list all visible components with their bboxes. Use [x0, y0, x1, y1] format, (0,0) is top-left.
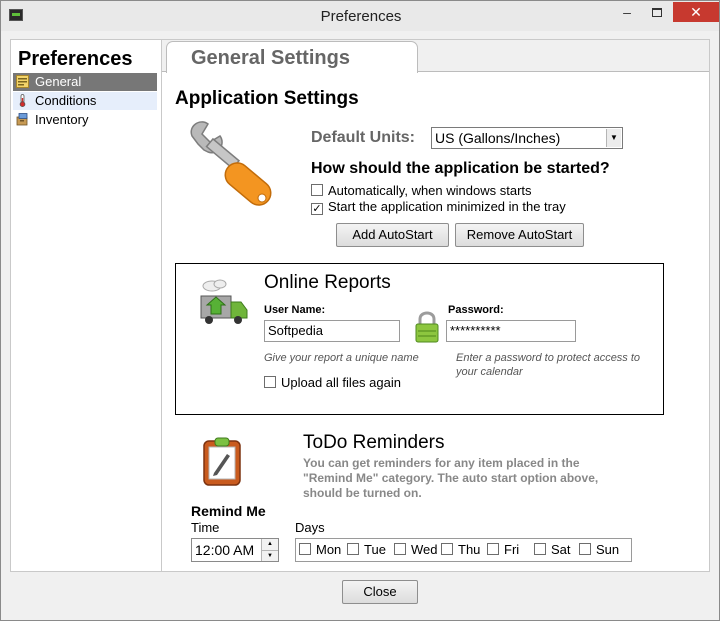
- close-window-button[interactable]: ✕: [673, 2, 719, 22]
- default-units-select[interactable]: US (Gallons/Inches) ▼: [431, 127, 623, 149]
- minimized-option[interactable]: ✓ Start the application minimized in the …: [311, 200, 566, 216]
- delivery-truck-icon: [200, 279, 248, 324]
- title-bar: Preferences – ✕: [0, 0, 720, 31]
- day-checkbox[interactable]: [441, 543, 453, 555]
- todo-title: ToDo Reminders: [303, 432, 445, 453]
- add-autostart-button[interactable]: Add AutoStart: [336, 223, 449, 247]
- day-label: Tue: [364, 542, 386, 557]
- sidebar-item-inventory[interactable]: Inventory: [13, 111, 157, 129]
- tab-general-settings[interactable]: General Settings: [166, 41, 418, 73]
- online-reports-title: Online Reports: [264, 272, 391, 293]
- password-label: Password:: [448, 304, 504, 316]
- spin-down-icon[interactable]: ▼: [262, 550, 278, 561]
- username-label: User Name:: [264, 304, 326, 316]
- day-label: Mon: [316, 542, 342, 557]
- window-frame: Preferences General Conditions Inventory…: [0, 31, 720, 621]
- day-checkbox[interactable]: [299, 543, 311, 555]
- inventory-icon: [16, 113, 28, 126]
- sidebar-title: Preferences: [18, 48, 133, 70]
- tab-strip: General Settings: [162, 40, 709, 73]
- spin-up-icon[interactable]: ▲: [262, 539, 278, 550]
- time-spinner[interactable]: ▲ ▼: [261, 539, 278, 561]
- day-label: Thu: [458, 542, 481, 557]
- day-checkbox[interactable]: [534, 543, 546, 555]
- default-units-value: US (Gallons/Inches): [435, 130, 561, 146]
- auto-start-option[interactable]: Automatically, when windows starts: [311, 184, 532, 200]
- start-question: How should the application be started?: [311, 160, 610, 177]
- general-icon: [16, 75, 29, 88]
- day-checkbox[interactable]: [347, 543, 359, 555]
- minimize-button[interactable]: –: [613, 2, 641, 22]
- day-tue[interactable]: Tue: [347, 543, 386, 557]
- minimized-checkbox[interactable]: ✓: [311, 203, 323, 215]
- chevron-down-icon: ▼: [606, 129, 621, 147]
- upload-option[interactable]: Upload all files again: [264, 376, 401, 392]
- upload-checkbox[interactable]: [264, 376, 276, 388]
- day-thu[interactable]: Thu: [441, 543, 480, 557]
- default-units-label: Default Units:: [311, 129, 415, 146]
- content-panel: General Settings Application Settings De…: [162, 39, 710, 572]
- maximize-button[interactable]: [643, 2, 671, 22]
- remove-autostart-button[interactable]: Remove AutoStart: [455, 223, 584, 247]
- password-hint: Enter a password to protect access to yo…: [456, 352, 641, 378]
- day-fri[interactable]: Fri: [487, 543, 519, 557]
- thermometer-icon: [19, 94, 26, 107]
- remind-me-label: Remind Me: [191, 503, 266, 519]
- close-button[interactable]: Close: [342, 580, 418, 604]
- sidebar-item-label: General: [35, 74, 82, 89]
- auto-start-label: Automatically, when windows starts: [328, 183, 532, 198]
- day-label: Sat: [551, 542, 571, 557]
- day-checkbox[interactable]: [487, 543, 499, 555]
- day-checkbox[interactable]: [579, 543, 591, 555]
- time-label: Time: [191, 520, 220, 535]
- sidebar-item-label: Inventory: [35, 112, 89, 127]
- username-input[interactable]: Softpedia: [264, 320, 400, 342]
- wrench-icon: [190, 121, 272, 206]
- auto-start-checkbox[interactable]: [311, 184, 323, 196]
- day-sun[interactable]: Sun: [579, 543, 619, 557]
- day-sat[interactable]: Sat: [534, 543, 571, 557]
- clipboard-icon: [203, 437, 241, 486]
- minimized-label: Start the application minimized in the t…: [328, 199, 566, 214]
- todo-description: You can get reminders for any item place…: [303, 456, 599, 500]
- days-group: Mon Tue Wed Thu Fri Sat Sun: [295, 538, 632, 562]
- time-input[interactable]: 12:00 AM ▲ ▼: [191, 538, 279, 562]
- day-mon[interactable]: Mon: [299, 543, 341, 557]
- sidebar-item-conditions[interactable]: Conditions: [13, 92, 157, 110]
- application-settings-title: Application Settings: [175, 88, 359, 109]
- day-wed[interactable]: Wed: [394, 543, 438, 557]
- day-label: Sun: [596, 542, 620, 557]
- maximize-icon: [652, 8, 662, 17]
- password-input[interactable]: **********: [446, 320, 576, 342]
- day-label: Wed: [411, 542, 438, 557]
- days-label: Days: [295, 520, 325, 535]
- sidebar-item-label: Conditions: [35, 93, 97, 108]
- day-label: Fri: [504, 542, 520, 557]
- lock-icon: [415, 311, 439, 343]
- sidebar-item-general[interactable]: General: [13, 73, 157, 91]
- sidebar: Preferences General Conditions Inventory: [10, 39, 162, 572]
- day-checkbox[interactable]: [394, 543, 406, 555]
- upload-label: Upload all files again: [281, 375, 401, 390]
- username-hint: Give your report a unique name: [264, 352, 419, 364]
- time-value: 12:00 AM: [195, 542, 255, 558]
- online-reports-group: Online Reports User Name: Softpedia Pass…: [175, 263, 664, 415]
